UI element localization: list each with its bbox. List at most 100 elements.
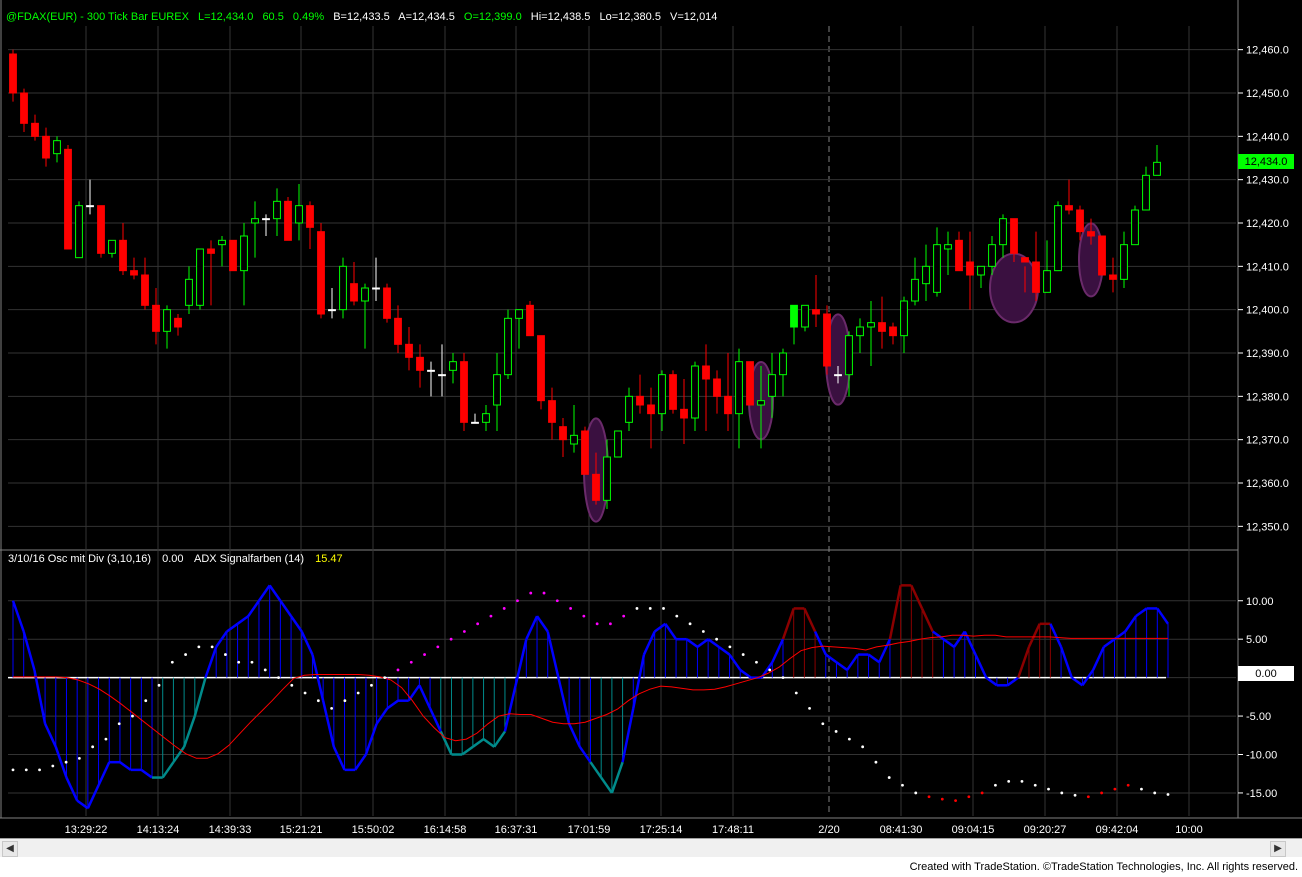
candle-body-down <box>460 361 468 423</box>
price-tick-label: 12,350.0 <box>1246 521 1289 533</box>
adx-dot <box>662 607 665 610</box>
candle-body-down <box>647 404 655 415</box>
osc-tick-label: -15.00 <box>1246 788 1277 800</box>
adx-dot <box>1020 780 1024 783</box>
candle-body-down <box>559 426 567 441</box>
scroll-left-icon[interactable]: ◀ <box>2 841 18 857</box>
time-tick-label: 17:48:11 <box>712 824 754 836</box>
candle-body-up <box>75 205 83 259</box>
time-tick-label: 13:29:22 <box>65 824 108 836</box>
candle-body-up <box>361 287 369 302</box>
highlight-ellipse <box>989 252 1039 324</box>
candle-body-up <box>273 200 281 220</box>
time-tick-label: 14:13:24 <box>137 824 180 836</box>
adx-dot <box>356 691 360 695</box>
adx-dot <box>967 795 971 799</box>
adx-dot <box>502 607 506 610</box>
adx-dot <box>516 599 519 603</box>
candle-body-up <box>999 218 1007 246</box>
adx-dot <box>316 699 320 703</box>
horizontal-scrollbar[interactable]: ◀ ▶ <box>0 838 1302 857</box>
candle-body-down <box>262 218 270 221</box>
adx-dot <box>1113 787 1117 791</box>
candle-body-up <box>295 205 303 224</box>
adx-dot <box>250 660 254 664</box>
candle-body-down <box>889 326 897 337</box>
candle-body-up <box>658 374 666 415</box>
adx-dot <box>1100 791 1104 795</box>
candle-body-up <box>251 218 259 224</box>
adx-dot <box>728 645 732 649</box>
adx-dot <box>131 714 134 718</box>
candle-body-down <box>834 374 842 377</box>
candle-body-up <box>922 265 930 285</box>
candle-body-up <box>691 365 699 419</box>
candle-body-up <box>911 278 919 302</box>
candle-body-up <box>603 456 611 501</box>
candle-body-down <box>878 322 886 332</box>
candle-body-down <box>812 309 820 315</box>
chart-canvas[interactable]: 13:29:22 14:13:24 14:39:33 15:21:21 15:50:02… <box>0 0 1302 838</box>
candle-body-up <box>504 317 512 376</box>
adx-dot <box>104 737 108 741</box>
candle-body-up <box>163 309 171 332</box>
adx-dot <box>224 653 227 656</box>
adx-dot <box>370 683 373 687</box>
osc-tick-label: -10.00 <box>1246 750 1277 762</box>
candle-body-down <box>130 270 138 276</box>
adx-dot <box>51 764 55 768</box>
candle-body-down <box>636 395 644 406</box>
candle-body-down <box>955 239 963 272</box>
adx-dot <box>1153 791 1157 795</box>
volume-label: V=12,014 <box>670 11 717 23</box>
adx-dot <box>569 607 572 610</box>
time-tick-label: 15:21:21 <box>280 824 323 836</box>
candle-body-down <box>1065 205 1073 211</box>
chart-window: 13:29:22 14:13:24 14:39:33 15:21:21 15:50:02… <box>0 0 1302 877</box>
candle-body-up <box>768 374 776 397</box>
candle-body-down <box>64 148 72 250</box>
candle-body-down <box>746 361 754 406</box>
adx-dot <box>542 591 546 595</box>
candle-body-up <box>570 434 578 445</box>
candle-body-up <box>1043 270 1051 293</box>
candle-body-up <box>482 413 490 423</box>
candle-body-down <box>526 304 534 337</box>
indicator-header: 3/10/16 Osc mit Div (3,10,16) 0.00 ADX S… <box>8 553 343 565</box>
candle-body-down <box>702 365 710 380</box>
candle-body-up <box>944 244 952 250</box>
time-tick-label: 08:41:30 <box>880 824 923 836</box>
candle-body-down <box>1098 235 1106 276</box>
candle-body-down <box>97 205 105 254</box>
candle-body-up <box>856 326 864 337</box>
price-tick-label: 12,370.0 <box>1246 435 1289 447</box>
adx-dot <box>954 799 957 803</box>
candle-body-up <box>1153 161 1161 176</box>
candle-body-up <box>449 361 457 371</box>
price-tick-label: 12,450.0 <box>1246 88 1289 100</box>
candle-body-down <box>416 356 424 371</box>
adx-name-label: ADX Signalfarben (14) <box>194 553 304 565</box>
candle-body-up <box>185 278 193 306</box>
adx-dot <box>1166 793 1170 796</box>
scroll-right-icon[interactable]: ▶ <box>1270 841 1286 857</box>
adx-dot <box>330 706 334 710</box>
adx-dot <box>423 653 426 656</box>
adx-dot <box>117 722 121 726</box>
adx-dot <box>847 737 851 741</box>
adx-dot <box>582 614 586 618</box>
candle-body-up <box>614 430 622 458</box>
candle-body-down <box>537 335 545 402</box>
adx-dot <box>1033 783 1037 787</box>
adx-dot <box>303 691 307 695</box>
candle-body-down <box>1076 209 1084 233</box>
zero-tag: 0.00 <box>1255 668 1276 680</box>
time-tick-label: 16:14:58 <box>424 824 467 836</box>
change-pct-label: 0.49% <box>293 11 324 23</box>
adx-dot <box>1060 791 1064 795</box>
high-label: Hi=12,438.5 <box>531 11 591 23</box>
adx-dot <box>861 745 865 749</box>
candle-body-up <box>801 304 809 328</box>
low-label: Lo=12,380.5 <box>599 11 660 23</box>
time-tick-label: 14:39:33 <box>209 824 252 836</box>
